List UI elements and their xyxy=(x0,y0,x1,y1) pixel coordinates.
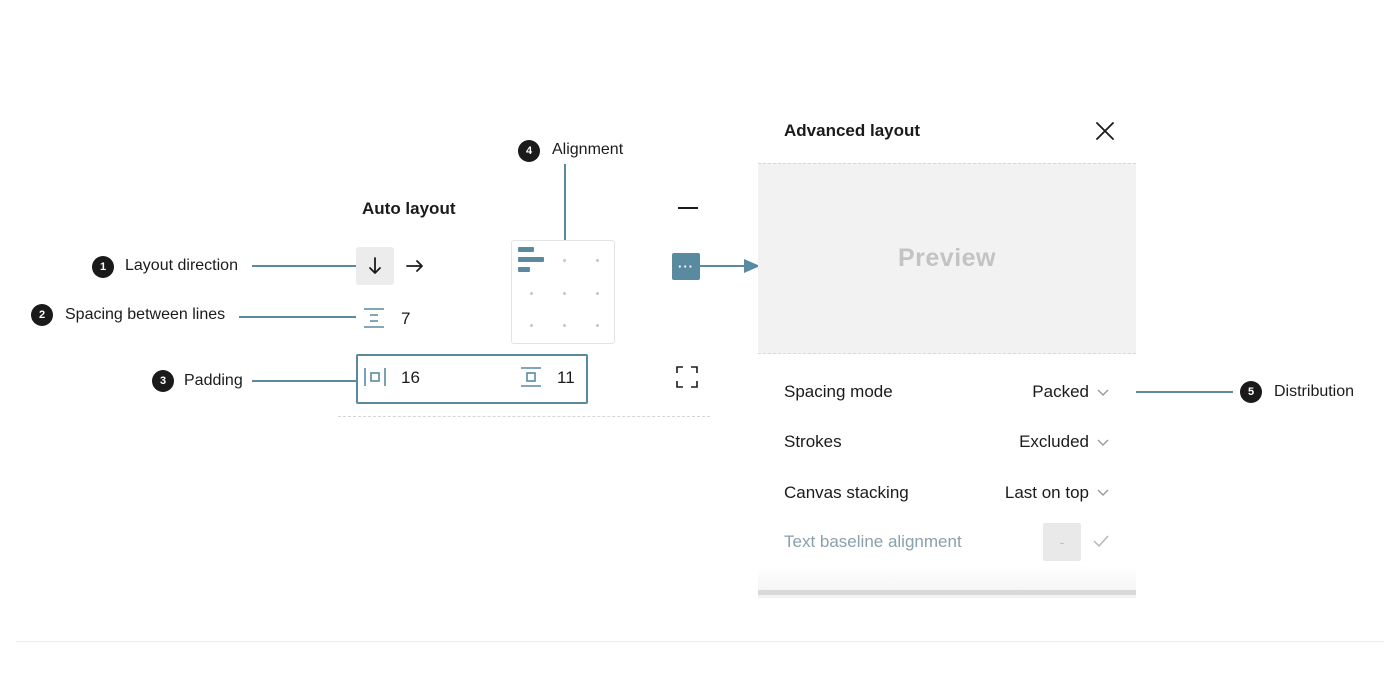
callout-badge-5: 5 xyxy=(1240,381,1262,403)
callout-label-distribution: Distribution xyxy=(1274,383,1355,400)
layout-preview: Preview xyxy=(758,163,1136,354)
callout-badge-1: 1 xyxy=(92,256,114,278)
callout-label-padding: Padding xyxy=(184,372,243,389)
chevron-down-icon[interactable] xyxy=(1097,389,1109,397)
strokes-select[interactable]: Excluded xyxy=(990,432,1089,452)
alignment-dot-middle-left[interactable] xyxy=(530,292,533,295)
individual-padding-icon[interactable] xyxy=(676,366,698,388)
alignment-bar-top xyxy=(518,247,534,252)
alignment-grid[interactable] xyxy=(511,240,615,344)
close-icon[interactable] xyxy=(1093,119,1117,143)
callout-label-spacing-between-lines: Spacing between lines xyxy=(65,306,226,323)
strokes-label: Strokes xyxy=(784,432,842,451)
preview-label: Preview xyxy=(897,244,996,272)
text-baseline-alignment-label: Text baseline alignment xyxy=(784,532,962,551)
advanced-layout-title: Advanced layout xyxy=(784,121,921,140)
vertical-padding-icon xyxy=(521,367,541,387)
callout-leader-4 xyxy=(564,164,566,242)
panel-bottom-edge xyxy=(758,590,1136,595)
chevron-down-icon[interactable] xyxy=(1097,489,1109,497)
alignment-dot-bottom-center[interactable] xyxy=(563,324,566,327)
vertical-padding-input[interactable]: 11 xyxy=(557,368,575,388)
direction-horizontal-button[interactable] xyxy=(401,247,429,285)
alignment-bar-middle xyxy=(518,257,544,262)
spacing-mode-select[interactable]: Packed xyxy=(1000,382,1089,402)
arrow-right-icon xyxy=(406,260,423,272)
alignment-dot-top-center[interactable] xyxy=(563,259,566,262)
padding-field-group[interactable] xyxy=(356,354,588,404)
callout-badge-3: 3 xyxy=(152,370,174,392)
callout-leader-1 xyxy=(252,265,356,267)
alignment-dot-middle-center[interactable] xyxy=(563,292,566,295)
direction-vertical-button[interactable] xyxy=(356,247,394,285)
check-icon[interactable] xyxy=(1093,535,1109,547)
auto-layout-divider xyxy=(338,416,710,417)
alignment-bar-bottom xyxy=(518,267,530,272)
canvas-stacking-label: Canvas stacking xyxy=(784,483,909,502)
horizontal-padding-input[interactable]: 16 xyxy=(401,368,420,388)
callout-leader-5 xyxy=(1128,391,1233,393)
chevron-down-icon[interactable] xyxy=(1097,439,1109,447)
callout-leader-3 xyxy=(252,380,356,382)
callout-label-alignment: Alignment xyxy=(552,141,624,158)
alignment-dot-middle-right[interactable] xyxy=(596,292,599,295)
auto-layout-title: Auto layout xyxy=(362,199,456,218)
page-divider xyxy=(16,641,1384,642)
spacing-mode-label: Spacing mode xyxy=(784,382,893,401)
alignment-dot-bottom-right[interactable] xyxy=(596,324,599,327)
text-baseline-alignment-toggle[interactable]: - xyxy=(1043,523,1081,561)
spacing-between-icon xyxy=(364,308,384,328)
horizontal-padding-icon xyxy=(364,368,386,386)
callout-badge-2: 2 xyxy=(31,304,53,326)
callout-leader-2 xyxy=(239,316,356,318)
line-spacing-input[interactable]: 7 xyxy=(401,309,410,329)
alignment-dot-top-right[interactable] xyxy=(596,259,599,262)
arrow-down-icon xyxy=(369,257,381,274)
callout-label-layout-direction: Layout direction xyxy=(125,257,238,274)
advanced-settings-button[interactable]: ··· xyxy=(672,253,700,280)
advanced-connector-line xyxy=(700,265,746,267)
callout-badge-4: 4 xyxy=(518,140,540,162)
remove-auto-layout-button[interactable] xyxy=(678,207,698,209)
canvas-stacking-select[interactable]: Last on top xyxy=(970,483,1089,503)
alignment-dot-bottom-left[interactable] xyxy=(530,324,533,327)
